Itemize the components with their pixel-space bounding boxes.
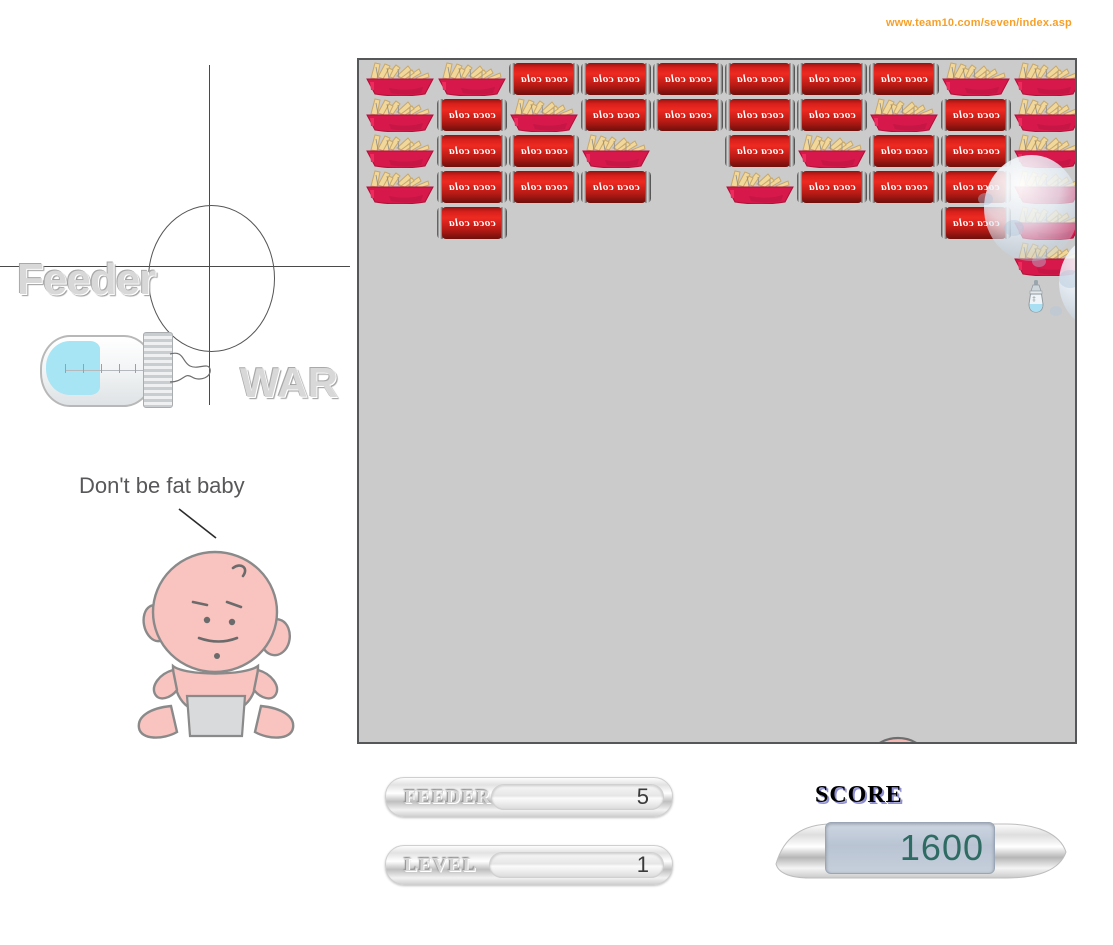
feeder-value: 5	[491, 784, 664, 810]
feeder-lives-panel: FEEDER 5	[385, 777, 673, 817]
coca-cola-can-brick: coca cola	[437, 206, 507, 240]
game-logo: Feeder WAR	[0, 55, 355, 415]
french-fries-brick	[1013, 98, 1075, 132]
logo-title-war: WAR	[240, 359, 338, 406]
french-fries-brick	[1013, 134, 1075, 168]
coca-cola-can-brick: coca cola	[869, 170, 939, 204]
french-fries-brick	[509, 98, 579, 132]
coca-cola-can-brick: coca cola	[869, 134, 939, 168]
coca-cola-can-brick: coca cola	[941, 134, 1011, 168]
coca-cola-can-brick: coca cola	[941, 206, 1011, 240]
logo-title-feeder: Feeder	[17, 255, 156, 304]
french-fries-brick	[725, 170, 795, 204]
coca-cola-can-brick: coca cola	[509, 134, 579, 168]
french-fries-brick	[365, 134, 435, 168]
sitting-baby-icon	[137, 550, 295, 739]
game-play-area[interactable]: coca cola coca cola coca cola coca cola coca…	[357, 58, 1077, 744]
french-fries-brick	[365, 98, 435, 132]
milk-droplet	[1050, 306, 1062, 316]
french-fries-brick	[941, 62, 1011, 96]
baby-bottle-icon	[40, 332, 211, 408]
coca-cola-can-brick: coca cola	[725, 62, 795, 96]
coca-cola-can-brick: coca cola	[509, 170, 579, 204]
score-value: 1600	[899, 827, 984, 868]
lying-baby-paddle-icon[interactable]	[862, 732, 997, 744]
level-label: LEVEL	[404, 853, 477, 876]
milk-droplet	[1004, 220, 1024, 236]
baby-bottle-ball-icon	[1028, 280, 1044, 313]
caption-label: Don't be fat baby	[79, 473, 245, 498]
coca-cola-can-brick: coca cola	[437, 98, 507, 132]
coca-cola-can-brick: coca cola	[653, 98, 723, 132]
french-fries-brick	[581, 134, 651, 168]
coca-cola-can-brick: coca cola	[797, 98, 867, 132]
coca-cola-can-brick: coca cola	[869, 62, 939, 96]
level-value: 1	[489, 852, 664, 878]
level-panel: LEVEL 1	[385, 845, 673, 885]
target-ellipse-icon	[148, 205, 275, 352]
milk-droplet	[1059, 270, 1075, 288]
coca-cola-can-brick: coca cola	[653, 62, 723, 96]
site-url-watermark: www.team10.com/seven/index.asp	[886, 17, 1072, 29]
coca-cola-can-brick: coca cola	[581, 62, 651, 96]
french-fries-brick	[1013, 62, 1075, 96]
french-fries-brick	[365, 170, 435, 204]
coca-cola-can-brick: coca cola	[437, 170, 507, 204]
score-panel: SCORE 1600	[770, 782, 1070, 887]
milk-droplet	[978, 193, 993, 205]
french-fries-brick	[797, 134, 867, 168]
coca-cola-can-brick: coca cola	[941, 98, 1011, 132]
score-display: 1600	[825, 822, 995, 874]
bottle-nipple-icon	[169, 352, 211, 383]
coca-cola-can-brick: coca cola	[725, 134, 795, 168]
french-fries-brick	[437, 62, 507, 96]
coca-cola-can-brick: coca cola	[509, 62, 579, 96]
french-fries-brick	[1013, 170, 1075, 204]
coca-cola-can-brick: coca cola	[797, 62, 867, 96]
coca-cola-can-brick: coca cola	[797, 170, 867, 204]
score-label: SCORE	[815, 782, 903, 808]
feeder-label: FEEDER	[404, 785, 492, 808]
coca-cola-can-brick: coca cola	[941, 170, 1011, 204]
coca-cola-can-brick: coca cola	[725, 98, 795, 132]
coca-cola-can-brick: coca cola	[437, 134, 507, 168]
french-fries-brick	[365, 62, 435, 96]
coca-cola-can-brick: coca cola	[581, 98, 651, 132]
coca-cola-can-brick: coca cola	[581, 170, 651, 204]
french-fries-brick	[869, 98, 939, 132]
